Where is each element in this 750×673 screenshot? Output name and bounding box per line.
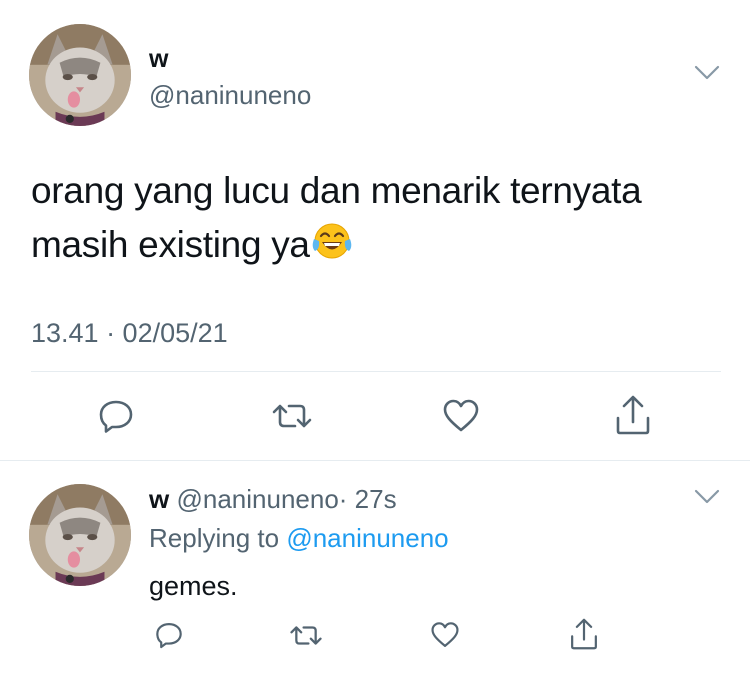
tweet-text-line-2-text: masih existing ya [31,224,310,265]
handle[interactable]: @naninuneno [149,80,311,110]
tweet-text-line-1: orang yang lucu dan menarik ternyata [31,170,642,211]
divider [31,371,721,372]
reply-handle[interactable]: @naninuneno [176,484,338,514]
tweet-text: orang yang lucu dan menarik ternyata mas… [31,164,642,276]
timestamp[interactable]: 13.41 · 02/05/21 [31,317,228,349]
face-with-tears-of-joy-icon [311,221,353,276]
reply-text: gemes. [149,571,238,601]
reply-chevron-down-icon[interactable] [694,488,720,506]
replying-to: Replying to @naninuneno [149,522,449,554]
cat-avatar-image [29,484,131,586]
reply-header: w @naninuneno· 27s [149,483,397,515]
reply-like-icon[interactable] [428,618,462,652]
chevron-down-icon[interactable] [694,64,720,82]
tweet-text-line-2: masih existing ya [31,218,641,276]
reply-age: · 27s [338,484,397,514]
avatar[interactable] [29,24,131,126]
cat-avatar-image [29,24,131,126]
reply-reply-icon[interactable] [152,618,186,652]
display-name[interactable]: w [149,44,168,74]
reply-icon[interactable] [96,396,136,436]
like-icon[interactable] [440,396,482,436]
replying-to-label: Replying to [149,523,280,553]
reply-display-name[interactable]: w [149,484,169,514]
reply-share-icon[interactable] [567,615,601,653]
section-divider [0,460,750,461]
replying-to-handle-link[interactable]: @naninuneno [286,523,448,553]
share-icon[interactable] [612,393,654,437]
reply-avatar[interactable] [29,484,131,586]
retweet-icon[interactable] [270,396,314,436]
reply-retweet-icon[interactable] [287,618,325,652]
